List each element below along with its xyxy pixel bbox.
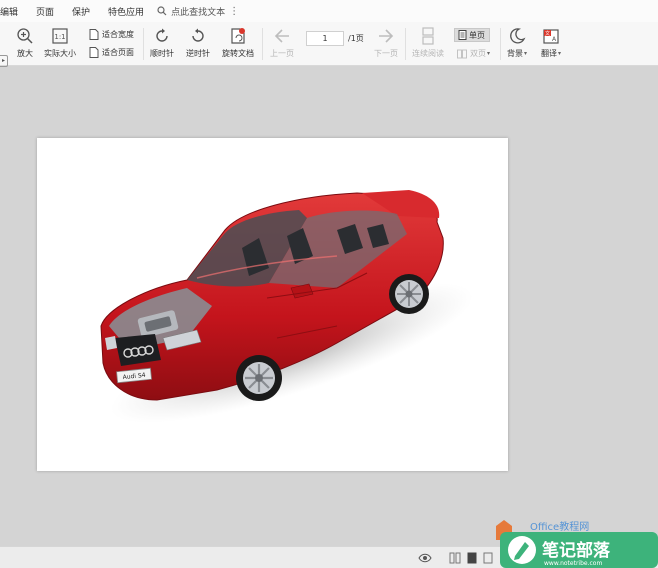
actual-size-label: 实际大小	[44, 49, 76, 58]
actual-size-button[interactable]: 1:1 实际大小	[44, 27, 76, 59]
actual-size-icon: 1:1	[52, 28, 68, 44]
rotate-counterclockwise-icon	[192, 28, 204, 42]
arrow-right-icon	[379, 29, 394, 43]
chevron-down-icon: ▾	[487, 50, 491, 57]
fit-width-icon	[89, 29, 99, 40]
watermark-logo: Office教程网 笔记部落 www.notetribe.com	[492, 518, 658, 568]
zoom-in-icon	[17, 28, 33, 44]
car-cutaway-image: Audi S4	[100, 190, 474, 423]
document-page: Audi S4	[37, 138, 508, 471]
toolbar-separator	[500, 28, 501, 60]
single-page-label: 单页	[469, 30, 485, 40]
menu-protect[interactable]: 保护	[63, 5, 99, 18]
zoom-in-button[interactable]: 放大	[16, 27, 34, 59]
arrow-left-icon	[274, 29, 289, 43]
rotate-document-icon	[231, 28, 245, 44]
toolbar-separator	[405, 28, 406, 60]
translate-icon: 文A	[543, 29, 559, 44]
watermark-top-text: Office教程网	[530, 520, 589, 533]
continuous-read-button[interactable]: 连续阅读	[412, 27, 444, 59]
more-options-icon[interactable]: ⋮	[229, 6, 239, 17]
watermark-url-text: www.notetribe.com	[544, 560, 602, 567]
toolbar-separator	[262, 28, 263, 60]
next-page-button[interactable]: 下一页	[374, 27, 398, 59]
rotate-clockwise-label: 顺时针	[150, 49, 174, 58]
background-button[interactable]: 背景 ▾	[507, 27, 527, 59]
translate-button[interactable]: 文A 翻译 ▾	[541, 27, 561, 59]
chevron-down-icon: ▾	[558, 50, 562, 57]
previous-page-button[interactable]: 上一页	[270, 27, 294, 59]
single-page-icon	[458, 30, 467, 40]
rotate-document-label: 旋转文档	[222, 49, 254, 58]
double-page-label: 双页	[470, 49, 486, 58]
eye-icon[interactable]	[418, 552, 432, 564]
menu-special-apps[interactable]: 特色应用	[99, 5, 153, 18]
translate-label: 翻译	[541, 49, 557, 58]
fit-page-button[interactable]: 适合页面	[89, 47, 134, 58]
menu-page[interactable]: 页面	[27, 5, 63, 18]
rotate-counterclockwise-button[interactable]: 逆时针	[186, 27, 210, 59]
rotate-counterclockwise-label: 逆时针	[186, 49, 210, 58]
fit-page-icon	[89, 47, 99, 58]
page-number-input[interactable]: 1	[306, 31, 344, 46]
rotate-document-button[interactable]: 旋转文档	[222, 27, 254, 59]
fit-width-label: 适合宽度	[102, 30, 134, 39]
zoom-in-label: 放大	[17, 49, 33, 58]
fit-width-button[interactable]: 适合宽度	[89, 29, 134, 40]
fit-page-label: 适合页面	[102, 48, 134, 57]
find-text-search[interactable]: 点此查找文本	[157, 5, 225, 18]
search-label: 点此查找文本	[171, 7, 226, 18]
double-page-button[interactable]: 双页 ▾	[457, 48, 490, 59]
continuous-read-icon	[422, 27, 434, 45]
single-page-view-icon[interactable]	[466, 552, 478, 564]
double-page-icon	[457, 49, 467, 58]
watermark-main-text: 笔记部落	[542, 540, 611, 561]
chevron-down-icon: ▾	[524, 50, 528, 57]
single-page-button[interactable]: 单页	[454, 28, 490, 42]
continuous-read-label: 连续阅读	[412, 49, 444, 58]
rotate-clockwise-icon	[156, 28, 168, 42]
menu-edit[interactable]: 编辑	[0, 5, 27, 18]
svg-text:文: 文	[545, 30, 550, 37]
next-page-label: 下一页	[374, 49, 398, 58]
previous-page-label: 上一页	[270, 49, 294, 58]
double-page-view-icon[interactable]	[449, 552, 461, 564]
moon-icon	[510, 28, 526, 44]
svg-text:1:1: 1:1	[54, 33, 65, 41]
toolbar-separator	[143, 28, 144, 60]
page-total: /1页	[348, 34, 364, 43]
toolbar: ▸ 放大 1:1 实际大小 适合宽度 适合页面 顺时针 逆时针 旋转文档 上一页…	[0, 22, 658, 67]
collapse-arrow-icon[interactable]: ▸	[0, 55, 8, 67]
rotate-clockwise-button[interactable]: 顺时针	[150, 27, 174, 59]
search-icon	[157, 6, 167, 16]
menu-bar: 编辑 页面 保护 特色应用 点此查找文本 ⋮	[0, 0, 658, 22]
background-label: 背景	[507, 49, 523, 58]
